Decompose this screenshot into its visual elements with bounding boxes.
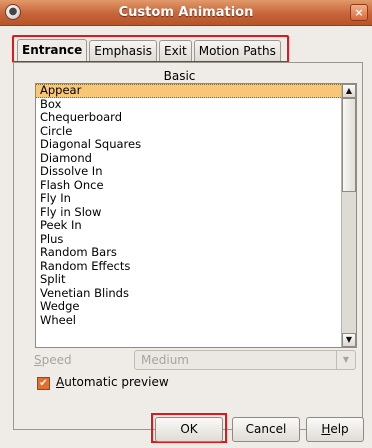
- list-item[interactable]: Dissolve In: [36, 164, 341, 179]
- list-item[interactable]: Split: [36, 272, 341, 287]
- list-item[interactable]: Fly in Slow: [36, 205, 341, 220]
- list-item[interactable]: Appear: [36, 84, 341, 98]
- speed-select: Medium ▼: [134, 350, 356, 370]
- speed-label-rest: peed: [41, 353, 72, 367]
- tab-entrance[interactable]: Entrance: [17, 39, 88, 61]
- close-button[interactable]: ×: [350, 4, 368, 21]
- list-item[interactable]: Diagonal Squares: [36, 137, 341, 152]
- list-item[interactable]: Plus: [36, 232, 341, 247]
- vertical-scrollbar[interactable]: ▲ ▼: [341, 84, 356, 347]
- title-bar: ● Custom Animation ×: [0, 0, 372, 26]
- tab-panel: Basic Appear Box Chequerboard Circle Diagona…: [13, 62, 363, 430]
- tab-motion-paths[interactable]: Motion Paths: [193, 40, 281, 61]
- tab-emphasis[interactable]: Emphasis: [89, 40, 157, 61]
- speed-value: Medium: [141, 353, 189, 367]
- window-title: Custom Animation: [118, 5, 254, 20]
- effect-tabs: Entrance Emphasis Exit Motion Paths: [12, 35, 289, 63]
- scroll-down-icon[interactable]: ▼: [342, 333, 356, 347]
- automatic-preview-label[interactable]: Automatic preview: [56, 375, 169, 389]
- list-item[interactable]: Wheel: [36, 313, 341, 328]
- checkmark-icon: ✔: [39, 378, 48, 389]
- list-item[interactable]: Random Bars: [36, 245, 341, 260]
- list-item[interactable]: Flash Once: [36, 178, 341, 193]
- cancel-button[interactable]: Cancel: [232, 417, 300, 442]
- list-item[interactable]: Wedge: [36, 299, 341, 314]
- chevron-down-icon: ▼: [336, 351, 355, 369]
- list-item[interactable]: Random Effects: [36, 259, 341, 274]
- tab-exit[interactable]: Exit: [158, 40, 192, 61]
- automatic-preview-label-rest: utomatic preview: [64, 375, 169, 389]
- list-item[interactable]: Fly In: [36, 191, 341, 206]
- scroll-thumb[interactable]: [342, 98, 356, 192]
- list-item[interactable]: Venetian Blinds: [36, 286, 341, 301]
- list-item[interactable]: Peek In: [36, 218, 341, 233]
- effects-list[interactable]: Appear Box Chequerboard Circle Diagonal Squa…: [35, 83, 357, 348]
- list-item[interactable]: Chequerboard: [36, 110, 341, 125]
- list-item[interactable]: Circle: [36, 124, 341, 139]
- list-item[interactable]: Diamond: [36, 151, 341, 166]
- category-header: Basic: [163, 69, 196, 83]
- automatic-preview-checkbox[interactable]: ✔: [37, 377, 50, 390]
- close-icon: ×: [354, 6, 364, 19]
- list-item[interactable]: Box: [36, 97, 341, 112]
- help-button[interactable]: Help: [306, 417, 364, 442]
- ok-button[interactable]: OK: [155, 417, 223, 442]
- effects-list-items: Appear Box Chequerboard Circle Diagonal Squa…: [36, 84, 341, 327]
- scroll-up-icon[interactable]: ▲: [342, 84, 356, 98]
- speed-label: Speed: [34, 353, 72, 367]
- help-label-rest: elp: [330, 422, 349, 436]
